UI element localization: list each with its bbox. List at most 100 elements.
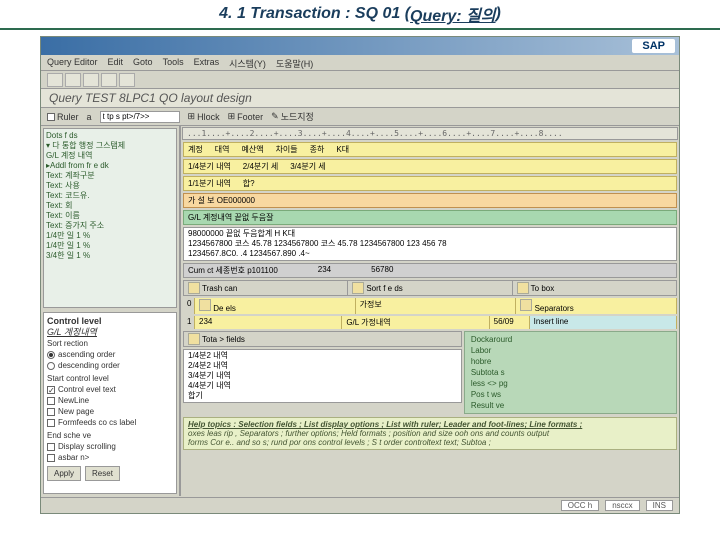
- tree-line[interactable]: Text: 코드유.: [46, 191, 174, 201]
- chk-newline[interactable]: NewLine: [47, 395, 173, 406]
- totals-section[interactable]: Tota > fields: [184, 332, 461, 346]
- status-field: nsccx: [605, 500, 639, 511]
- side-panel: Dockarourd Labor hobre Subtota s less <>…: [464, 331, 677, 414]
- tree-line[interactable]: Text: 계좌구분: [46, 171, 174, 181]
- sort-desc-radio[interactable]: descending order: [47, 360, 173, 371]
- tree-hdr: Dots f ds: [46, 131, 174, 141]
- hlock-btn[interactable]: ⊞Hlock: [188, 111, 220, 122]
- control-hdr: Control level: [47, 316, 173, 327]
- node-btn[interactable]: ✎노드지정: [271, 110, 314, 123]
- tree-line[interactable]: ▾ 다 통합 행정 그스탬제: [46, 141, 174, 151]
- col-hdr: 대역: [215, 144, 230, 155]
- reset-button[interactable]: Reset: [85, 466, 120, 481]
- details-icon: [199, 299, 211, 311]
- toolbar-btn-2[interactable]: [65, 73, 81, 87]
- idx-cell: 1: [183, 316, 195, 329]
- tree-line[interactable]: ▸Addl from fr e dk: [46, 161, 174, 171]
- footer-btn[interactable]: ⊞Footer: [228, 111, 264, 122]
- side-item[interactable]: Labor: [471, 345, 670, 356]
- details-cell[interactable]: De els: [195, 298, 356, 314]
- totals-icon: [188, 333, 200, 345]
- title-query: Query: 질의: [410, 2, 495, 26]
- start-hdr: Start control level: [47, 373, 173, 384]
- tree-line[interactable]: Text: 회: [46, 201, 174, 211]
- toolbox-icon: [517, 282, 529, 294]
- tree-line[interactable]: Text: 이름: [46, 211, 174, 221]
- tree-line[interactable]: Text: 사용: [46, 181, 174, 191]
- tree-line[interactable]: Text: 증가지 주소: [46, 221, 174, 231]
- separator-icon: [520, 299, 532, 311]
- data-line: 1234567800 코스 45.78 1234567800 코스 45.78 …: [188, 239, 672, 249]
- side-item[interactable]: Result ve: [471, 400, 670, 411]
- cell: 2/4분기 세: [243, 161, 278, 172]
- right-pane: ...1....+....2....+....3....+....4....+.…: [181, 126, 679, 496]
- tree-line[interactable]: 1/4만 일 1 %: [46, 241, 174, 251]
- q-line: 2/4분2 내역: [188, 361, 457, 371]
- tree-line[interactable]: 1/4만 일 1 %: [46, 231, 174, 241]
- account-row: 가 설 보 OE000000: [183, 193, 677, 208]
- side-item[interactable]: Pos t ws: [471, 389, 670, 400]
- help-line: Help topics : Selection fields ; List di…: [188, 420, 582, 429]
- cell: 234: [195, 316, 342, 329]
- cell: Cum ct 세종번호 p101100: [188, 265, 278, 276]
- tree-line[interactable]: 3/4한 일 1 %: [46, 251, 174, 261]
- ruler-toggle[interactable]: Ruler: [47, 112, 79, 122]
- side-item[interactable]: hobre: [471, 356, 670, 367]
- data-block: 98000000 끝없 두음합계 H K대 1234567800 코스 45.7…: [183, 227, 677, 261]
- menu-goto[interactable]: Goto: [133, 57, 153, 68]
- sep-cell[interactable]: Separators: [516, 298, 677, 314]
- toolbar-btn-1[interactable]: [47, 73, 63, 87]
- toolbar-input[interactable]: [100, 111, 180, 123]
- chk-display-scroll[interactable]: Display scrolling: [47, 441, 173, 452]
- chk-formfeeds[interactable]: Formfeeds co cs label: [47, 417, 173, 428]
- side-item[interactable]: less <> pg: [471, 378, 670, 389]
- control-sub: G/L 계정내역: [47, 327, 173, 338]
- main-area: Dots f ds ▾ 다 통합 행정 그스탬제 G/L 계정 내역 ▸Addl…: [41, 126, 679, 496]
- menu-query-editor[interactable]: Query Editor: [47, 57, 98, 68]
- sort-asc-radio[interactable]: ascending order: [47, 349, 173, 360]
- menu-tools[interactable]: Tools: [163, 57, 184, 68]
- a-label: a: [87, 112, 92, 122]
- titlebar: SAP: [41, 37, 679, 55]
- menu-system[interactable]: 시스템(Y): [229, 57, 266, 68]
- chk-newpage[interactable]: New page: [47, 406, 173, 417]
- cell: 합?: [243, 178, 255, 189]
- side-item[interactable]: Subtota s: [471, 367, 670, 378]
- control-level-panel: Control level G/L 계정내역 Sort rection asce…: [43, 312, 177, 494]
- col-hdr: 예산액: [241, 144, 263, 155]
- help-line: forms Cor e.. and so s; rund por ons con…: [188, 438, 672, 447]
- cell: 3/4분기 세: [290, 161, 325, 172]
- toolbar-btn-4[interactable]: [101, 73, 117, 87]
- trash-section[interactable]: Trash can: [184, 281, 348, 295]
- secondary-toolbar: Ruler a ⊞Hlock ⊞Footer ✎노드지정: [41, 108, 679, 126]
- content-row: 0 De els 가정보 Separators: [183, 298, 677, 314]
- col-hdr: 차이들: [276, 144, 298, 155]
- sort-section[interactable]: Sort f e ds: [348, 281, 512, 295]
- mid-toolbar: Trash can Sort f e ds To box: [183, 280, 677, 296]
- trash-icon: [188, 282, 200, 294]
- col-hdr: 계정: [188, 144, 203, 155]
- chk-asbar[interactable]: asbar n>: [47, 452, 173, 463]
- toolbar-btn-5[interactable]: [119, 73, 135, 87]
- menu-edit[interactable]: Edit: [108, 57, 124, 68]
- tree-line[interactable]: G/L 계정 내역: [46, 151, 174, 161]
- ruler-strip: ...1....+....2....+....3....+....4....+.…: [182, 127, 678, 140]
- content-row: 1 234 G/L 가정내역 56/09 Insert line: [183, 316, 677, 329]
- menu-help[interactable]: 도움말(H): [276, 57, 313, 68]
- quarter-block: 1/4분2 내역 2/4분2 내역 3/4분기 내역 4/4분기 내역 합기: [183, 349, 462, 403]
- apply-button[interactable]: Apply: [47, 466, 81, 481]
- menubar: Query Editor Edit Goto Tools Extras 시스템(…: [41, 55, 679, 71]
- help-line: oxes leas rip , Separators ; further opt…: [188, 429, 672, 438]
- col-hdr: 종하: [310, 144, 325, 155]
- help-bar: Help topics : Selection fields ; List di…: [183, 417, 677, 450]
- insert-cell[interactable]: Insert line: [530, 316, 677, 329]
- field-tree[interactable]: Dots f ds ▾ 다 통합 행정 그스탬제 G/L 계정 내역 ▸Addl…: [43, 128, 177, 308]
- cell: 1/1분기 내역: [188, 178, 231, 189]
- toolbar-btn-3[interactable]: [83, 73, 99, 87]
- toolbox-section[interactable]: To box: [513, 281, 676, 295]
- side-item[interactable]: Dockarourd: [471, 334, 670, 345]
- cell: 234: [318, 265, 331, 276]
- cell: G/L 가정내역: [342, 316, 489, 329]
- chk-control-text[interactable]: Control evel text: [47, 384, 173, 395]
- menu-extras[interactable]: Extras: [194, 57, 220, 68]
